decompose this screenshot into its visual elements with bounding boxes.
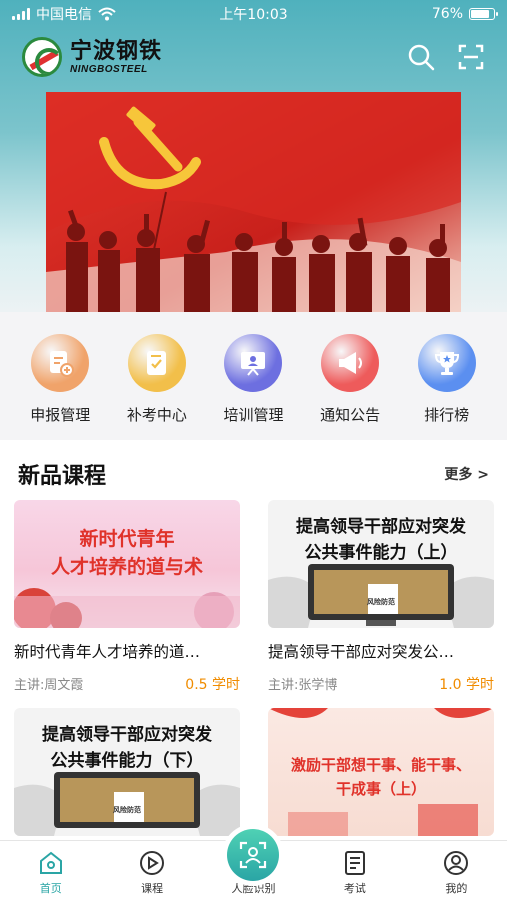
course-thumbnail: 新时代青年 人才培养的道与术 xyxy=(14,500,240,628)
course-teacher: 主讲:张学博 xyxy=(268,678,338,693)
tab-home[interactable]: 首页 xyxy=(0,841,101,900)
quick-item-training[interactable]: 培训管理 xyxy=(210,334,296,440)
more-link[interactable]: 更多 > xyxy=(444,464,489,484)
quick-label: 补考中心 xyxy=(126,406,187,424)
tab-courses[interactable]: 课程 xyxy=(101,841,202,900)
logo-mark-icon xyxy=(22,37,62,77)
course-hours: 1.0 学时 xyxy=(439,677,494,693)
course-title: 提高领导干部应对突发公… xyxy=(268,643,455,661)
brand-name: 宁波钢铁 xyxy=(70,38,163,64)
face-recognition-button[interactable] xyxy=(222,824,284,886)
megaphone-icon xyxy=(321,334,380,392)
course-card[interactable]: 提高领导干部应对突发 公共事件能力（下） 风险防范 xyxy=(14,708,240,836)
thumbnail-caption: 人才培养的道与术 xyxy=(50,556,203,578)
play-circle-icon xyxy=(140,851,165,875)
section-title: 新品课程 xyxy=(18,464,107,489)
tab-label: 我的 xyxy=(445,882,468,895)
battery-percent: 76% xyxy=(431,6,463,22)
quick-label: 排行榜 xyxy=(424,406,470,424)
course-thumbnail: 提高领导干部应对突发 公共事件能力（上） 风险防范 xyxy=(268,500,494,628)
quick-label: 通知公告 xyxy=(320,406,381,424)
course-title: 新时代青年人才培养的道… xyxy=(14,643,201,661)
quick-label: 培训管理 xyxy=(223,406,284,424)
application-form-icon xyxy=(31,334,90,392)
thumbnail-sign: 风险防范 xyxy=(113,806,141,814)
quick-item-apply[interactable]: 申报管理 xyxy=(17,334,103,440)
home-icon xyxy=(39,851,62,874)
carrier-label: 中国电信 xyxy=(36,7,92,23)
wifi-icon xyxy=(98,7,116,21)
course-card[interactable]: 激励干部想干事、能干事、 干成事（上） xyxy=(268,708,494,836)
top-bar: 宁波钢铁 NINGBOSTEEL xyxy=(0,34,507,80)
banner-image[interactable] xyxy=(46,92,461,312)
party-flag-banner xyxy=(46,92,461,312)
thumbnail-caption: 公共事件能力（下） xyxy=(50,751,204,771)
course-card[interactable]: 提高领导干部应对突发 公共事件能力（上） 风险防范 提高领导干部应对突发公… 主… xyxy=(268,500,494,694)
search-icon[interactable] xyxy=(407,43,435,71)
thumbnail-caption: 提高领导干部应对突发 xyxy=(296,517,466,537)
thumbnail-caption: 新时代青年 xyxy=(79,528,175,550)
course-thumbnail: 提高领导干部应对突发 公共事件能力（下） 风险防范 xyxy=(14,708,240,836)
brand-logo: 宁波钢铁 NINGBOSTEEL xyxy=(22,37,407,77)
thumbnail-sign: 风险防范 xyxy=(367,598,395,606)
course-teacher: 主讲:周文霞 xyxy=(14,678,84,693)
tab-exam[interactable]: 考试 xyxy=(304,841,405,900)
tab-label: 首页 xyxy=(39,882,62,895)
tab-profile[interactable]: 我的 xyxy=(406,841,507,900)
course-hours: 0.5 学时 xyxy=(185,677,240,693)
quick-item-retake[interactable]: 补考中心 xyxy=(114,334,200,440)
thumbnail-caption: 激励干部想干事、能干事、 xyxy=(290,756,471,774)
course-thumbnail: 激励干部想干事、能干事、 干成事（上） xyxy=(268,708,494,836)
tab-label: 考试 xyxy=(343,882,366,895)
quick-item-notice[interactable]: 通知公告 xyxy=(307,334,393,440)
course-section: 新品课程 更多 > 新时代青年 人才培养的道与术 新时代青年人才培养的道… 主讲… xyxy=(0,440,507,840)
thumbnail-caption: 干成事（上） xyxy=(335,780,426,798)
profile-icon xyxy=(444,851,469,875)
exam-paper-icon xyxy=(344,851,365,875)
thumbnail-caption: 公共事件能力（上） xyxy=(304,543,458,563)
face-scan-icon xyxy=(239,841,267,869)
thumbnail-caption: 提高领导干部应对突发 xyxy=(42,725,212,745)
signal-icon xyxy=(12,8,30,20)
brand-name-en: NINGBOSTEEL xyxy=(70,63,148,75)
tab-label: 课程 xyxy=(141,882,164,895)
quick-menu: 申报管理 补考中心 培训管理 通知公告 排行榜 xyxy=(0,312,507,440)
quick-label: 申报管理 xyxy=(30,406,91,424)
quick-item-ranking[interactable]: 排行榜 xyxy=(404,334,490,440)
battery-icon xyxy=(469,8,498,20)
status-bar: 中国电信 上午10:03 76% xyxy=(0,0,507,28)
trophy-icon xyxy=(417,334,476,392)
scan-icon[interactable] xyxy=(457,43,485,71)
course-card[interactable]: 新时代青年 人才培养的道与术 新时代青年人才培养的道… 主讲:周文霞 0.5 学… xyxy=(14,500,240,694)
retake-exam-icon xyxy=(127,334,186,392)
training-board-icon xyxy=(224,334,283,392)
